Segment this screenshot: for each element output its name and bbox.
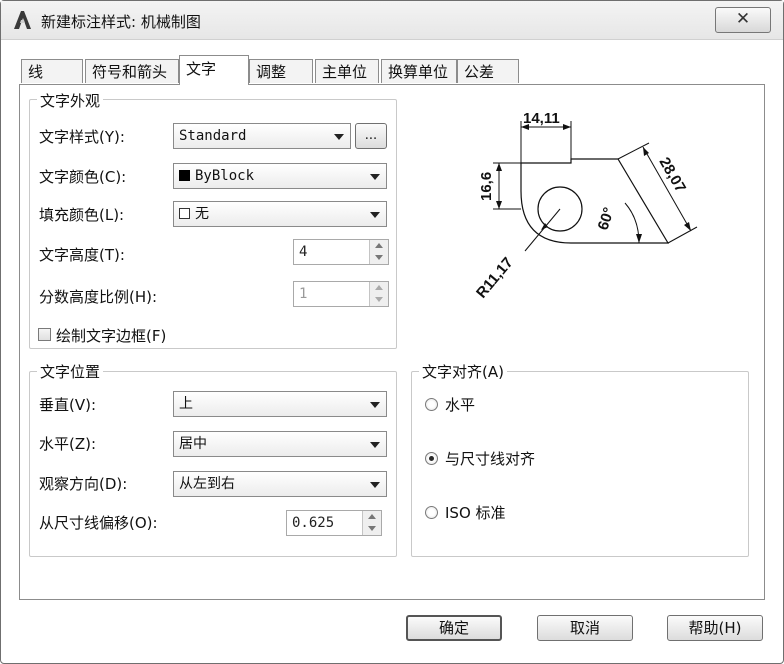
vertical-value: 上 <box>179 396 193 412</box>
draw-frame-label: 绘制文字边框(F) <box>56 327 167 345</box>
vertical-combo[interactable]: 上 <box>173 391 387 417</box>
preview-dimension-lines <box>493 121 698 252</box>
text-height-value: 4 <box>299 244 308 260</box>
text-alignment-label: 文字对齐(A) <box>419 361 507 382</box>
offset-label: 从尺寸线偏移(O): <box>39 514 158 532</box>
text-placement-label: 文字位置 <box>37 361 104 382</box>
text-height-stepper[interactable]: 4 <box>293 239 389 265</box>
tab-lines[interactable]: 线 <box>21 59 83 83</box>
fill-swatch-icon <box>179 208 190 219</box>
help-button[interactable]: 帮助(H) <box>667 615 763 641</box>
color-swatch-icon <box>179 170 190 181</box>
chevron-down-icon <box>334 134 344 140</box>
fraction-height-stepper[interactable]: 1 <box>293 281 389 307</box>
stepper-buttons <box>362 511 381 535</box>
close-button[interactable]: ✕ <box>715 7 771 33</box>
text-height-label: 文字高度(T): <box>39 246 125 264</box>
align-horizontal-radio[interactable] <box>425 398 438 411</box>
chevron-down-icon <box>370 212 380 218</box>
text-color-value: ByBlock <box>195 168 255 184</box>
tab-tolerances[interactable]: 公差 <box>457 59 519 83</box>
preview-dim-left: 16,6 <box>478 172 495 201</box>
dimension-preview: 14,11 16,6 28,07 60° R11,17 <box>473 110 698 302</box>
fill-color-value: 无 <box>195 206 209 222</box>
align-dimline-label: 与尺寸线对齐 <box>445 450 536 468</box>
view-direction-label: 观察方向(D): <box>39 475 128 493</box>
fraction-height-label: 分数高度比例(H): <box>39 288 158 306</box>
tab-primary-units[interactable]: 主单位 <box>315 59 379 83</box>
stepper-buttons <box>369 240 388 264</box>
vertical-label: 垂直(V): <box>39 396 97 414</box>
fill-color-combo[interactable]: 无 <box>173 201 387 227</box>
align-iso-radio[interactable] <box>425 506 438 519</box>
text-style-combo[interactable]: Standard <box>173 123 351 149</box>
horizontal-combo[interactable]: 居中 <box>173 431 387 457</box>
view-direction-value: 从左到右 <box>179 476 235 492</box>
preview-part-outline <box>520 158 670 244</box>
align-iso-label: ISO 标准 <box>445 504 506 522</box>
align-dimline-radio[interactable] <box>425 452 438 465</box>
fill-color-label: 填充颜色(L): <box>39 206 125 224</box>
chevron-down-icon <box>370 402 380 408</box>
preview-dim-top: 14,11 <box>523 110 560 127</box>
view-direction-combo[interactable]: 从左到右 <box>173 471 387 497</box>
ok-button[interactable]: 确定 <box>406 615 502 641</box>
stepper-buttons <box>369 282 388 306</box>
offset-value: 0.625 <box>292 515 335 531</box>
autocad-logo-icon <box>14 11 31 29</box>
fraction-height-value: 1 <box>299 286 308 302</box>
text-color-label: 文字颜色(C): <box>39 168 127 186</box>
stepper-down-icon[interactable] <box>370 294 388 306</box>
tab-text[interactable]: 文字 <box>179 55 249 85</box>
text-appearance-label: 文字外观 <box>37 90 104 111</box>
dialog-window: 新建标注样式: 机械制图 ✕ 线 符号和箭头 文字 调整 主单位 换算单位 公差… <box>0 0 784 664</box>
stepper-down-icon[interactable] <box>363 523 381 535</box>
preview-arrowheads <box>496 124 691 243</box>
chevron-down-icon <box>370 442 380 448</box>
text-style-label: 文字样式(Y): <box>39 128 125 146</box>
stepper-down-icon[interactable] <box>370 252 388 264</box>
preview-dim-radius: R11,17 <box>473 254 517 301</box>
text-style-value: Standard <box>179 128 247 144</box>
cancel-button[interactable]: 取消 <box>537 615 633 641</box>
close-icon: ✕ <box>735 9 751 29</box>
horizontal-label: 水平(Z): <box>39 435 97 453</box>
chevron-down-icon <box>370 482 380 488</box>
chevron-down-icon <box>370 174 380 180</box>
preview-dim-angle: 60° <box>595 205 618 232</box>
draw-frame-checkbox[interactable] <box>38 328 51 341</box>
tab-fit[interactable]: 调整 <box>249 59 313 83</box>
title-bar: 新建标注样式: 机械制图 ✕ <box>1 1 783 40</box>
horizontal-value: 居中 <box>179 436 207 452</box>
preview-dim-right: 28,07 <box>656 155 689 196</box>
align-horizontal-label: 水平 <box>445 396 476 414</box>
offset-stepper[interactable]: 0.625 <box>286 510 382 536</box>
tab-alternate-units[interactable]: 换算单位 <box>381 59 457 83</box>
text-color-combo[interactable]: ByBlock <box>173 163 387 189</box>
dialog-title: 新建标注样式: 机械制图 <box>41 13 201 31</box>
text-style-browse-button[interactable]: ... <box>355 123 387 149</box>
tab-symbols-arrows[interactable]: 符号和箭头 <box>85 59 179 83</box>
